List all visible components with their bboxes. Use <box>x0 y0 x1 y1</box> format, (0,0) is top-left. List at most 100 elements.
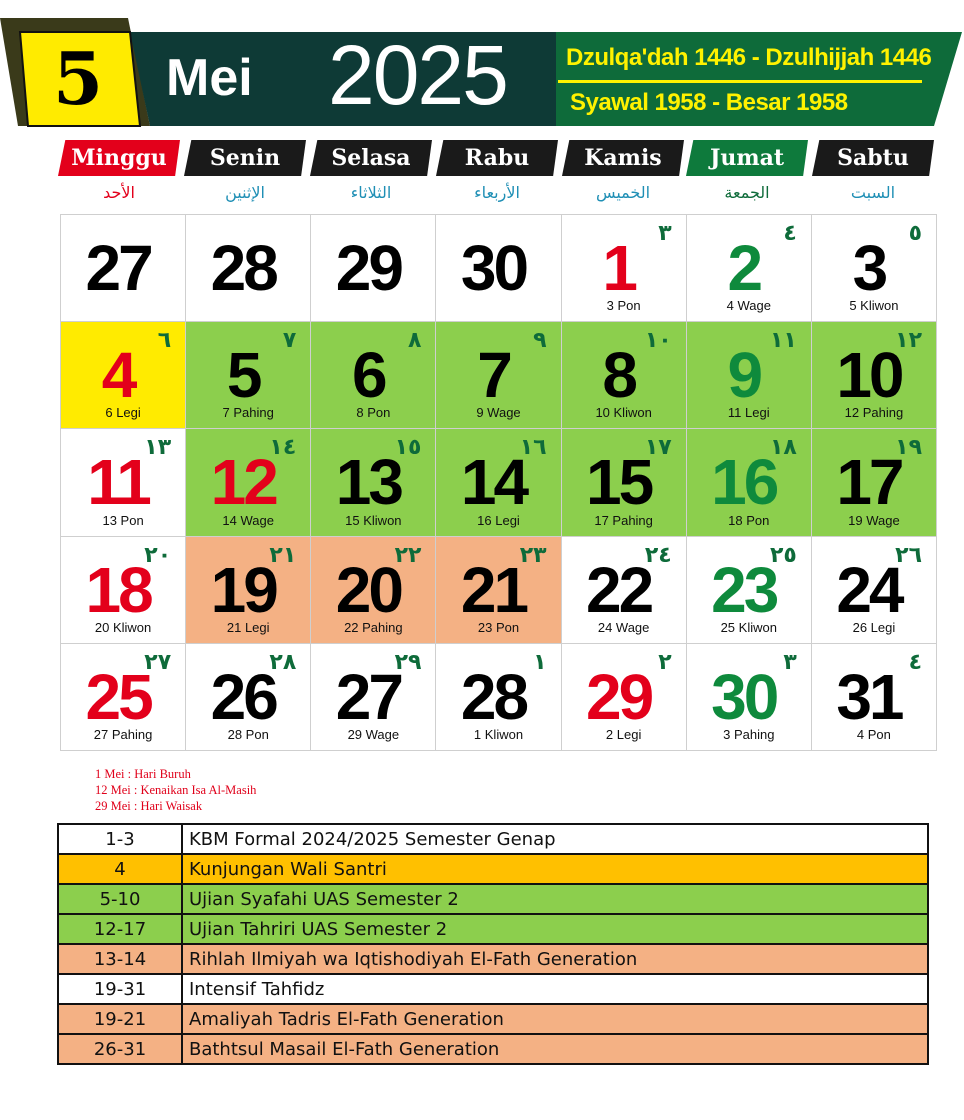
pasaran-label: 16 Legi <box>477 512 520 528</box>
weekday-arabic-sabtu: السبت <box>850 183 896 202</box>
calendar-day-cell: 9 ١١ 11 Legi <box>686 322 812 430</box>
agenda-row: 19-31 Intensif Tahfidz <box>57 973 929 1005</box>
agenda-event: KBM Formal 2024/2025 Semester Genap <box>181 823 929 855</box>
hijri-date: ١٣ <box>144 435 172 461</box>
agenda-row: 5-10 Ujian Syafahi UAS Semester 2 <box>57 883 929 915</box>
header-hijri-months: Dzulqa'dah 1446 - Dzulhijjah 1446 <box>566 44 932 71</box>
weekday-selasa: Selasa <box>310 140 432 176</box>
agenda-event: Kunjungan Wali Santri <box>181 853 929 885</box>
calendar-day-cell: 14 ١٦ 16 Legi <box>436 429 562 537</box>
agenda-row: 13-14 Rihlah Ilmiyah wa Iqtishodiyah El-F… <box>57 943 929 975</box>
pasaran-label: 12 Pahing <box>844 405 904 421</box>
weekday-jumat: Jumat <box>686 140 808 176</box>
agenda-date: 19-31 <box>57 973 183 1005</box>
hijri-date: ٢٢ <box>394 542 422 568</box>
pasaran-label: 4 Pon <box>856 726 891 742</box>
hijri-date: ٦ <box>157 328 172 354</box>
calendar-day-cell: 7٩9 Wage <box>436 322 562 430</box>
hijri-date: ١٨ <box>769 435 797 461</box>
hijri-date: ١٧ <box>644 435 672 461</box>
agenda-date: 13-14 <box>57 943 183 975</box>
hijri-date: ٢٩ <box>394 649 422 675</box>
hijri-date: ١٩ <box>895 435 922 461</box>
pasaran-label: 2 Legi <box>605 726 642 742</box>
calendar-day-cell: 25 ٢٧ 27 Pahing <box>61 643 187 751</box>
calendar-header: 5 Mei 2025 Dzulqa'dah 1446 - Dzulhijjah … <box>0 0 964 130</box>
calendar-day-cell: 6٨8 Pon <box>311 322 437 430</box>
hijri-date: ٢٠ <box>144 542 172 568</box>
header-month: Mei <box>166 49 253 107</box>
weekday-sabtu: Sabtu <box>812 140 934 176</box>
weekday-senin: Senin <box>184 140 306 176</box>
hijri-date: ٣ <box>658 221 672 246</box>
hijri-date: ٧ <box>282 328 297 354</box>
agenda-table: 1-3 KBM Formal 2024/2025 Semester Genap 4 K… <box>57 823 929 1065</box>
calendar-day-cell: 22 ٢٤ 24 Wage <box>561 536 687 644</box>
calendar-grid: 27 28 29 30 1 ٣ 3 Pon 2 ٤ 4 Wage 3 ٥ 5 Kliwon 4 ٦ 6 Leg… <box>60 214 937 751</box>
calendar-day-cell: 2٤4 Wage <box>686 215 812 323</box>
weekday-minggu: Minggu <box>58 140 180 176</box>
agenda-row: 4 Kunjungan Wali Santri <box>57 853 929 885</box>
pasaran-label: 22 Pahing <box>344 619 403 635</box>
pasaran-label: 10 Kliwon <box>595 405 652 421</box>
hijri-date: ١١ <box>769 328 797 354</box>
pasaran-label: 14 Wage <box>222 512 274 528</box>
agenda-date: 19-21 <box>57 1003 183 1035</box>
hijri-date: ١ <box>533 649 547 675</box>
weekday-arabic-kamis: الخميس <box>595 183 651 202</box>
pasaran-label: 19 Wage <box>848 512 900 528</box>
pasaran-label: 17 Pahing <box>594 512 653 528</box>
agenda-event: Ujian Tahriri UAS Semester 2 <box>181 913 929 945</box>
hijri-date: ٢١ <box>269 542 297 568</box>
calendar-day-cell: 3٥5 Kliwon <box>811 215 937 323</box>
agenda-date: 26-31 <box>57 1033 183 1065</box>
agenda-date: 12-17 <box>57 913 183 945</box>
hijri-date: ٢٣ <box>519 542 547 568</box>
pasaran-label: 15 Kliwon <box>345 512 402 528</box>
calendar-day-cell: 28 <box>186 215 312 323</box>
hijri-date: ٤ <box>908 649 922 675</box>
weekday-kamis: Kamis <box>562 140 684 176</box>
holiday-list: 1 Mei : Hari Buruh 12 Mei : Kenaikan Isa… <box>95 766 256 814</box>
calendar-day-cell: 24 ٢٦ 26 Legi <box>811 536 937 644</box>
calendar-day-cell: 30 <box>436 215 562 323</box>
weekday-arabic-rabu: الأربعاء <box>474 183 520 202</box>
hijri-date: ١٠ <box>644 328 672 354</box>
agenda-row: 19-21 Amaliyah Tadris El-Fath Generation <box>57 1003 929 1035</box>
day-number: 29 <box>335 232 404 304</box>
pasaran-label: 11 Legi <box>727 405 770 421</box>
calendar-day-cell: 20 ٢٢ 22 Pahing <box>311 536 437 644</box>
day-number: 27 <box>85 232 153 304</box>
calendar-day-cell: 18 ٢٠ 20 Kliwon <box>61 536 187 644</box>
pasaran-label: 3 Pahing <box>723 726 775 742</box>
calendar-day-cell: 1٣3 Pon <box>561 215 687 323</box>
hijri-date: ١٢ <box>895 328 922 354</box>
hijri-date: ١٥ <box>394 435 422 461</box>
agenda-event: Bathtsul Masail El-Fath Generation <box>181 1033 929 1065</box>
pasaran-label: 29 Wage <box>347 726 400 742</box>
calendar-day-cell: 23 ٢٥ 25 Kliwon <box>686 536 812 644</box>
agenda-date: 1-3 <box>57 823 183 855</box>
calendar-day-cell: 28 ١ 1 Kliwon <box>436 643 562 751</box>
hijri-date: ٢٨ <box>269 649 297 675</box>
hijri-date: ٩ <box>533 328 547 354</box>
calendar-day-cell: 21 ٢٣ 23 Pon <box>436 536 562 644</box>
calendar-day-cell: 15 ١٧ 17 Pahing <box>561 429 687 537</box>
calendar-day-cell: 12 ١٤ 14 Wage <box>186 429 312 537</box>
agenda-row: 12-17 Ujian Tahriri UAS Semester 2 <box>57 913 929 945</box>
pasaran-label: 24 Wage <box>597 619 650 635</box>
weekday-arabic-jumat: الجمعة <box>724 183 770 202</box>
agenda-event: Intensif Tahfidz <box>181 973 929 1005</box>
calendar-day-cell: 8 ١٠ 10 Kliwon <box>561 322 687 430</box>
pasaran-label: 20 Kliwon <box>94 619 152 635</box>
calendar-day-cell: 27 <box>61 215 187 323</box>
calendar-day-cell: 11 ١٣ 13 Pon <box>61 429 187 537</box>
header-javanese-months: Syawal 1958 - Besar 1958 <box>570 89 848 116</box>
hijri-date: ٢٥ <box>769 542 797 568</box>
calendar-day-cell: 29 <box>311 215 437 323</box>
calendar-day-cell: 10 ١٢ 12 Pahing <box>811 322 937 430</box>
agenda-row: 26-31 Bathtsul Masail El-Fath Generation <box>57 1033 929 1065</box>
holiday-item: 12 Mei : Kenaikan Isa Al-Masih <box>95 783 257 797</box>
hijri-date: ١٦ <box>519 435 547 461</box>
agenda-event: Ujian Syafahi UAS Semester 2 <box>181 883 929 915</box>
